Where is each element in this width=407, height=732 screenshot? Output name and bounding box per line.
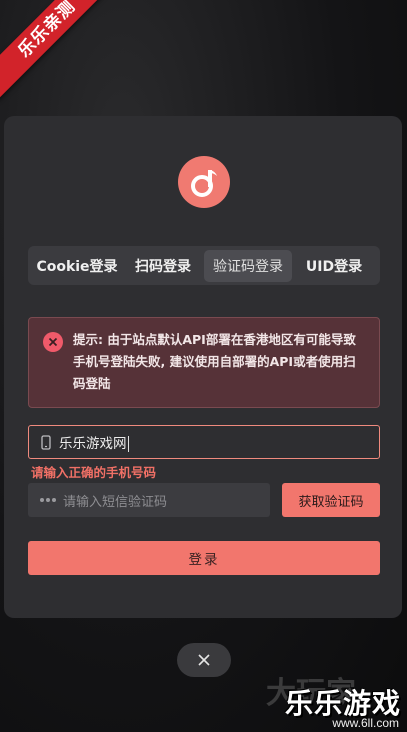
tab-qrcode-login[interactable]: 扫码登录 <box>122 250 204 282</box>
phone-icon <box>41 434 51 450</box>
phone-input-field[interactable]: 乐乐游戏网 <box>28 425 380 459</box>
corner-ribbon: 乐乐亲测 <box>0 0 118 100</box>
sms-code-input[interactable]: 请输入短信验证码 <box>28 483 270 517</box>
alert-message: 提示: 由于站点默认API部署在香港地区有可能导致手机号登陆失败, 建议使用自部… <box>73 332 356 391</box>
tab-cookie-login[interactable]: Cookie登录 <box>32 250 122 282</box>
phone-error-message: 请输入正确的手机号码 <box>31 465 157 480</box>
login-method-tabs: Cookie登录 扫码登录 验证码登录 UID登录 <box>28 246 380 285</box>
login-dialog: Cookie登录 扫码登录 验证码登录 UID登录 提示: 由于站点默认API部… <box>4 116 402 618</box>
error-circle-icon <box>43 332 63 352</box>
tab-uid-login[interactable]: UID登录 <box>292 250 376 282</box>
music-note-icon <box>191 170 217 197</box>
sms-code-placeholder: 请输入短信验证码 <box>63 494 168 510</box>
watermark-url: www.6ll.com <box>332 716 399 730</box>
login-button[interactable]: 登录 <box>28 541 380 575</box>
site-watermark: 大玩家 乐乐游戏 www.6ll.com <box>262 668 407 732</box>
warning-alert: 提示: 由于站点默认API部署在香港地区有可能导致手机号登陆失败, 建议使用自部… <box>28 317 380 408</box>
app-logo <box>178 156 230 208</box>
text-caret <box>127 436 129 452</box>
get-code-button[interactable]: 获取验证码 <box>282 483 380 517</box>
phone-input-value[interactable]: 乐乐游戏网 <box>59 432 129 452</box>
password-dots-icon <box>40 498 56 502</box>
close-dialog-button[interactable] <box>177 643 231 677</box>
tab-sms-code-login[interactable]: 验证码登录 <box>204 249 292 282</box>
close-icon <box>198 654 210 666</box>
